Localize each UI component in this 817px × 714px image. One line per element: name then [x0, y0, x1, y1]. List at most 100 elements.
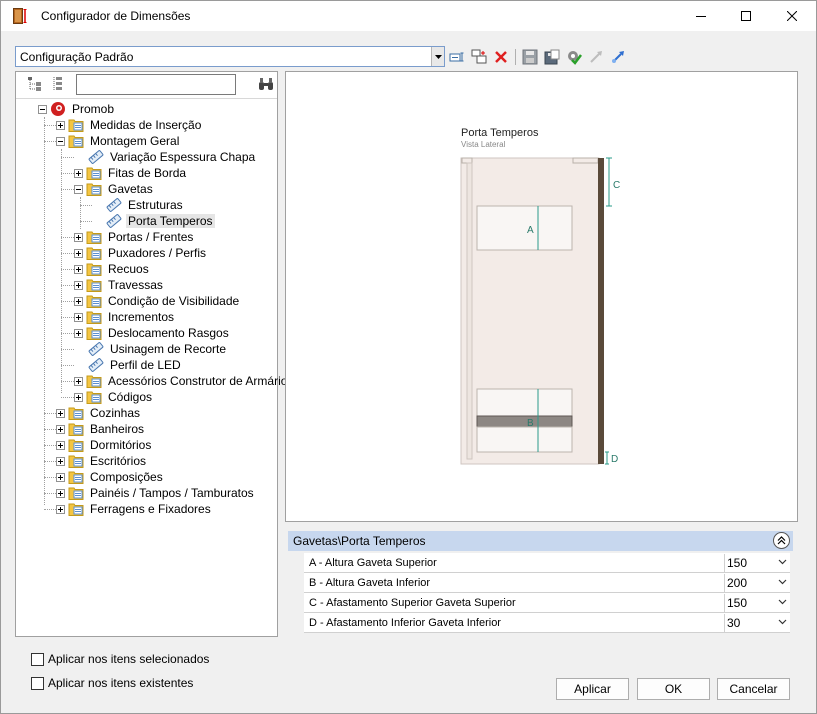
properties-grid: A - Altura Gaveta Superior 150 B - Altura … — [304, 553, 790, 633]
tree-item-label: Dormitórios — [90, 438, 152, 452]
collapse-all-icon[interactable] — [52, 76, 68, 92]
chevron-down-icon[interactable] — [778, 559, 787, 565]
expand-icon[interactable] — [56, 440, 65, 450]
tree-item[interactable]: Montagem Geral — [56, 133, 181, 149]
tree-item-label: Perfil de LED — [110, 358, 181, 372]
expand-icon[interactable] — [74, 376, 83, 386]
tree-item[interactable]: Ferragens e Fixadores — [56, 501, 213, 517]
expand-icon[interactable] — [74, 232, 83, 242]
delete-icon[interactable] — [491, 47, 511, 67]
configuration-select[interactable]: Configuração Padrão — [15, 46, 445, 67]
folder-icon — [86, 311, 102, 324]
expand-icon[interactable] — [56, 120, 65, 130]
tree-item[interactable]: Fitas de Borda — [74, 165, 188, 181]
tree-item[interactable]: Gavetas — [74, 181, 155, 197]
property-value-select[interactable]: 150 — [724, 554, 790, 572]
tree-item-label: Ferragens e Fixadores — [90, 502, 211, 516]
tree-item[interactable]: Painéis / Tampos / Tamburatos — [56, 485, 256, 501]
tree-item[interactable]: Puxadores / Perfis — [74, 245, 208, 261]
tree-item-label: Variação Espessura Chapa — [110, 150, 256, 164]
tree-item[interactable]: Usinagem de Recorte — [76, 341, 228, 357]
apply-check-icon[interactable] — [564, 47, 584, 67]
tree-view[interactable]: Promob Medidas de Inserção Montagem Geral… — [16, 98, 293, 636]
expand-icon[interactable] — [74, 392, 83, 402]
tree-item-promob[interactable]: Promob — [38, 101, 116, 117]
save-icon[interactable] — [520, 47, 540, 67]
tree-item[interactable]: Incrementos — [74, 309, 176, 325]
expand-icon[interactable] — [56, 488, 65, 498]
maximize-button[interactable] — [723, 1, 769, 31]
tree-item[interactable]: Dormitórios — [56, 437, 153, 453]
save-as-icon[interactable] — [542, 47, 562, 67]
tree-item[interactable]: Medidas de Inserção — [56, 117, 203, 133]
chevron-down-icon[interactable] — [778, 579, 787, 585]
tree-item[interactable]: Portas / Frentes — [74, 229, 195, 245]
tree-item[interactable]: Travessas — [74, 277, 165, 293]
cancel-button[interactable]: Cancelar — [717, 678, 790, 700]
chevron-down-icon[interactable] — [778, 599, 787, 605]
apply-button[interactable]: Aplicar — [556, 678, 629, 700]
expand-icon[interactable] — [74, 328, 83, 338]
tree-item-label: Estruturas — [128, 198, 183, 212]
tree-item[interactable]: Perfil de LED — [76, 357, 183, 373]
tree-item[interactable]: Deslocamento Rasgos — [74, 325, 231, 341]
apply-existing-checkbox[interactable]: Aplicar nos itens existentes — [31, 676, 193, 690]
tree-item[interactable]: Porta Temperos — [94, 213, 215, 229]
expand-icon[interactable] — [56, 504, 65, 514]
property-value: 150 — [727, 556, 748, 570]
chevron-down-icon[interactable] — [778, 619, 787, 625]
tree-item[interactable]: Condição de Visibilidade — [74, 293, 241, 309]
tree-item[interactable]: Estruturas — [94, 197, 185, 213]
promob-logo-icon — [51, 102, 65, 116]
collapse-icon[interactable] — [56, 136, 65, 146]
preview-drawing: Porta Temperos Vista Lateral A B C D — [460, 127, 620, 465]
folder-icon — [68, 503, 84, 516]
tree-item[interactable]: Escritórios — [56, 453, 148, 469]
expand-icon[interactable] — [56, 456, 65, 466]
tree-item-label: Promob — [72, 102, 115, 116]
collapse-icon[interactable] — [74, 184, 83, 194]
property-value-select[interactable]: 30 — [724, 614, 790, 632]
dimension-tag-icon — [88, 342, 104, 356]
expand-icon[interactable] — [74, 296, 83, 306]
new-config-icon[interactable] — [447, 47, 467, 67]
tree-search-input[interactable] — [76, 74, 236, 95]
tree-item[interactable]: Banheiros — [56, 421, 146, 437]
expand-icon[interactable] — [56, 472, 65, 482]
tree-item[interactable]: Variação Espessura Chapa — [76, 149, 257, 165]
folder-icon — [86, 231, 102, 244]
expand-icon[interactable] — [74, 168, 83, 178]
expand-icon[interactable] — [56, 424, 65, 434]
collapse-up-icon[interactable] — [773, 532, 790, 549]
export-icon[interactable] — [586, 47, 606, 67]
ok-button[interactable]: OK — [637, 678, 710, 700]
close-button[interactable] — [769, 1, 815, 31]
tree-item[interactable]: Composições — [56, 469, 165, 485]
dimension-tag-icon — [106, 214, 122, 228]
tree-item-label: Deslocamento Rasgos — [108, 326, 229, 340]
import-icon[interactable] — [608, 47, 628, 67]
expand-all-icon[interactable] — [27, 76, 43, 92]
folder-icon — [86, 295, 102, 308]
chevron-down-icon[interactable] — [431, 47, 444, 66]
tree-item-label: Escritórios — [90, 454, 147, 468]
tree-item[interactable]: Recuos — [74, 261, 151, 277]
property-value-select[interactable]: 200 — [724, 574, 790, 592]
expand-icon[interactable] — [74, 264, 83, 274]
expand-icon[interactable] — [74, 312, 83, 322]
dimension-label-a: A — [527, 225, 534, 236]
expand-icon[interactable] — [74, 280, 83, 290]
property-row: D - Afastamento Inferior Gaveta Inferior… — [304, 613, 790, 633]
binoculars-icon[interactable] — [258, 77, 274, 91]
property-value-select[interactable]: 150 — [724, 594, 790, 612]
tree-item-label: Medidas de Inserção — [90, 118, 202, 132]
collapse-icon[interactable] — [38, 104, 47, 114]
tree-item[interactable]: Cozinhas — [56, 405, 142, 421]
tree-item[interactable]: Códigos — [74, 389, 154, 405]
expand-icon[interactable] — [74, 248, 83, 258]
copy-config-icon[interactable] — [469, 47, 489, 67]
apply-selected-checkbox[interactable]: Aplicar nos itens selecionados — [31, 652, 209, 666]
expand-icon[interactable] — [56, 408, 65, 418]
tree-item[interactable]: Acessórios Construtor de Armários — [74, 373, 295, 389]
minimize-button[interactable] — [678, 1, 724, 31]
